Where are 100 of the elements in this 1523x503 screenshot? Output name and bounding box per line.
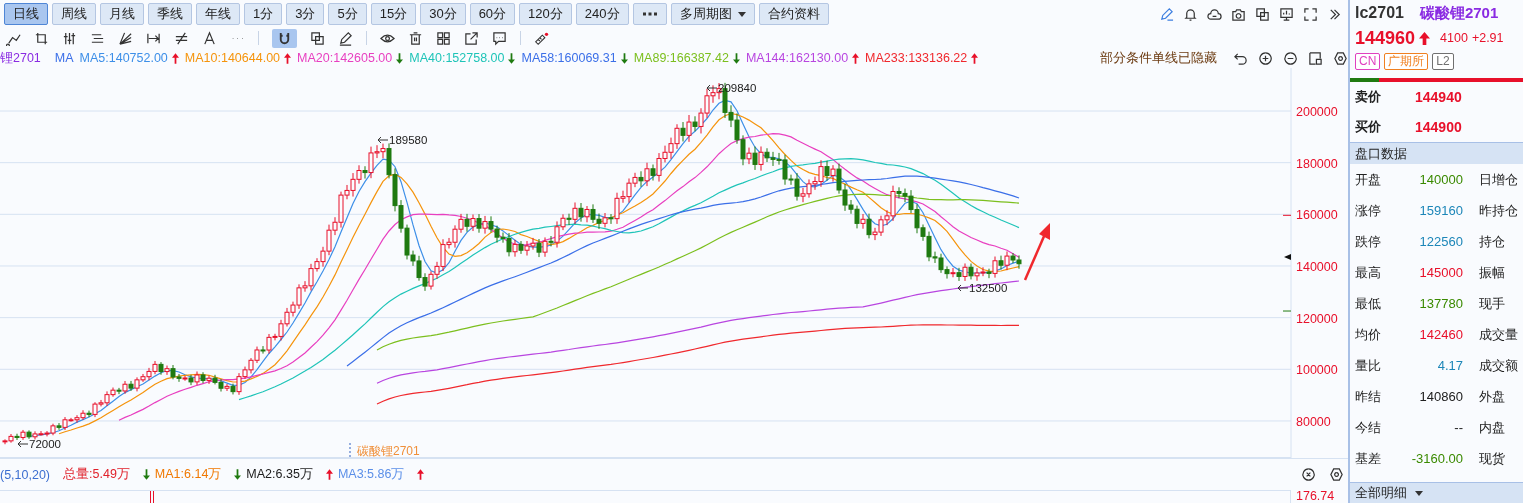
price-annotation: 72000 bbox=[17, 438, 61, 450]
axis-label: 180000 bbox=[1296, 156, 1338, 171]
close-icon[interactable] bbox=[1301, 467, 1316, 482]
volume-bar bbox=[150, 491, 154, 503]
period-tab[interactable]: 30分 bbox=[420, 3, 466, 25]
more-button[interactable] bbox=[632, 3, 667, 25]
period-tab[interactable]: 季线 bbox=[148, 3, 192, 25]
period-tab[interactable]: 日线 bbox=[4, 3, 48, 25]
tag: 广期所 bbox=[1384, 52, 1429, 70]
quote-price: 144940 bbox=[1415, 89, 1462, 105]
field-label: 跌停 bbox=[1355, 232, 1382, 251]
field-label: 开盘 bbox=[1355, 170, 1382, 189]
axis-label: 160000 bbox=[1296, 208, 1338, 223]
field-label: 量比 bbox=[1355, 356, 1382, 375]
field-value: 159160 bbox=[1418, 203, 1463, 218]
period-tab[interactable]: 年线 bbox=[196, 3, 240, 25]
field-label: 振幅 bbox=[1479, 263, 1505, 282]
comment-icon[interactable] bbox=[492, 30, 507, 46]
volume-value: MA1:6.14万 bbox=[154, 466, 222, 483]
field-label: 今结 bbox=[1355, 418, 1382, 437]
field-label: 外盘 bbox=[1479, 387, 1505, 406]
field-label: 日增仓 bbox=[1479, 170, 1518, 189]
magnet-icon bbox=[277, 30, 292, 46]
cloud-icon[interactable] bbox=[1207, 6, 1222, 22]
field-label: 现手 bbox=[1479, 294, 1505, 313]
field-value: -- bbox=[1453, 420, 1463, 435]
ma-value: MA40:152758.00 bbox=[409, 51, 505, 65]
external-link-icon[interactable] bbox=[464, 30, 479, 46]
price-change: 4100 bbox=[1440, 31, 1468, 45]
field-value: 140860 bbox=[1418, 389, 1463, 404]
field-label: 最低 bbox=[1355, 294, 1382, 313]
period-tab[interactable]: 3分 bbox=[286, 3, 325, 25]
crop-icon[interactable] bbox=[34, 30, 49, 46]
percent-change: +2.91 bbox=[1471, 31, 1504, 45]
contract-label: 碳酸锂2701 bbox=[357, 444, 420, 458]
quote-price: 144900 bbox=[1415, 119, 1462, 135]
axis-label: 200000 bbox=[1296, 105, 1338, 119]
ma-value: MA144:162130.00 bbox=[745, 51, 849, 65]
quote-label: 买价 bbox=[1355, 118, 1382, 136]
more-icon bbox=[641, 12, 658, 16]
ma-value: MA20:142605.00 bbox=[297, 51, 393, 65]
monitor-icon[interactable] bbox=[1279, 6, 1294, 22]
layers-icon[interactable] bbox=[310, 30, 325, 46]
layout-icon[interactable] bbox=[1308, 50, 1323, 66]
period-tab[interactable]: 1分 bbox=[244, 3, 283, 25]
pencil-icon[interactable] bbox=[338, 30, 353, 46]
field-label: 涨停 bbox=[1355, 201, 1382, 220]
ma-value: MA89:166387.42 bbox=[633, 51, 729, 65]
ruler-icon[interactable] bbox=[534, 30, 549, 46]
axis-label: 120000 bbox=[1296, 311, 1338, 326]
field-label: 内盘 bbox=[1479, 418, 1505, 437]
axis-label: 80000 bbox=[1296, 414, 1331, 429]
zoom-in-icon[interactable] bbox=[1258, 50, 1273, 66]
period-tab[interactable]: 240分 bbox=[575, 3, 629, 25]
symbol-label: 锂2701 bbox=[0, 49, 41, 67]
field-value: 145000 bbox=[1418, 265, 1463, 280]
sliders-icon[interactable] bbox=[62, 30, 77, 46]
indicator-label: MA bbox=[54, 51, 74, 65]
multi-period-dropdown[interactable]: 多周期图 bbox=[670, 3, 755, 25]
fullscreen-icon[interactable] bbox=[1303, 6, 1318, 22]
bell-icon[interactable] bbox=[1183, 6, 1198, 22]
ma-value: MA10:140644.00 bbox=[184, 51, 281, 65]
period-tab[interactable]: 120分 bbox=[519, 3, 572, 25]
ma-value: MA58:160069.31 bbox=[521, 51, 617, 65]
period-tab[interactable]: 5分 bbox=[328, 3, 367, 25]
marker-line bbox=[349, 442, 351, 458]
volume-value: MA2:6.35万 bbox=[246, 466, 313, 483]
field-value: 142460 bbox=[1418, 327, 1463, 342]
copy-icon[interactable] bbox=[1255, 6, 1270, 22]
period-tab[interactable]: 周线 bbox=[52, 3, 96, 25]
trash-icon[interactable] bbox=[408, 30, 423, 46]
price-annotation: 132500 bbox=[957, 282, 1008, 294]
volume-value: MA3:5.86万 bbox=[337, 466, 405, 483]
period-tab[interactable]: 15分 bbox=[370, 3, 417, 25]
period-tab[interactable]: 60分 bbox=[469, 3, 516, 25]
grid-icon[interactable] bbox=[436, 30, 451, 46]
volume-value: (5,10,20) bbox=[0, 467, 51, 482]
field-value: 122560 bbox=[1418, 234, 1463, 249]
details-dropdown[interactable]: 全部明细 bbox=[1350, 482, 1523, 503]
camera-icon[interactable] bbox=[1231, 6, 1246, 22]
field-label: 基差 bbox=[1355, 449, 1382, 468]
settings-icon[interactable] bbox=[1333, 50, 1348, 66]
contract-info-button[interactable]: 合约资料 bbox=[758, 3, 829, 25]
zoom-out-icon[interactable] bbox=[1283, 50, 1298, 66]
field-label: 现货 bbox=[1479, 449, 1505, 468]
field-label: 最高 bbox=[1355, 263, 1382, 282]
contract-code: lc2701 bbox=[1355, 4, 1404, 22]
letter-icon[interactable] bbox=[202, 30, 217, 46]
settings-icon[interactable] bbox=[1329, 467, 1344, 482]
contract-name: 碳酸锂2701 bbox=[1419, 3, 1499, 23]
trend-arrow bbox=[1023, 223, 1050, 281]
price-annotation: 209840 bbox=[706, 82, 757, 94]
quote-label: 卖价 bbox=[1355, 88, 1382, 106]
field-value: 137780 bbox=[1418, 296, 1463, 311]
field-label: 均价 bbox=[1355, 325, 1382, 344]
period-tab[interactable]: 月线 bbox=[100, 3, 144, 25]
axis-label: 100000 bbox=[1296, 363, 1338, 378]
ma-value: MA5:140752.00 bbox=[79, 51, 168, 65]
magnet-button[interactable] bbox=[272, 28, 297, 48]
fan-lines-icon[interactable] bbox=[118, 30, 133, 46]
